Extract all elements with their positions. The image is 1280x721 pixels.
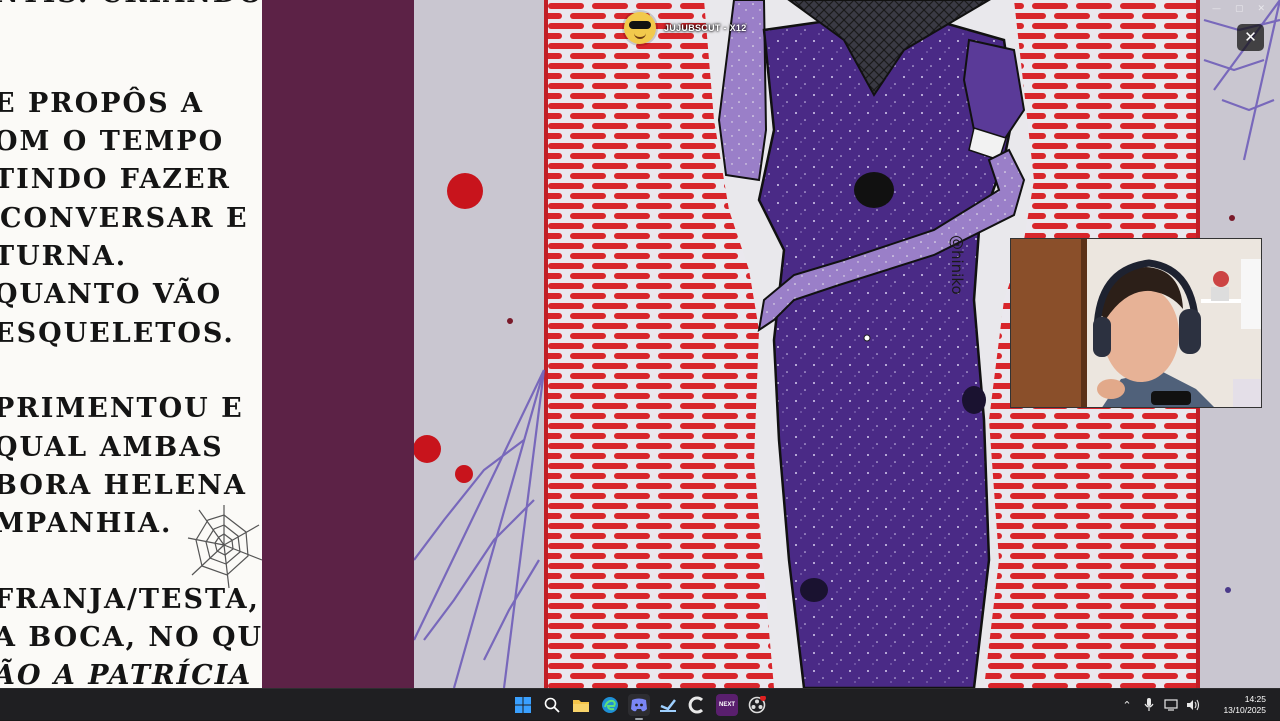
- steam-icon[interactable]: [657, 694, 679, 716]
- file-explorer-icon[interactable]: [570, 694, 592, 716]
- next-icon-label: NEXT: [718, 702, 735, 708]
- system-tray: ⌃ 14:25 13/10/2025: [1116, 689, 1280, 721]
- window-controls: — ▢ ✕: [1212, 4, 1265, 14]
- discord-icon[interactable]: [628, 694, 650, 720]
- minimize-icon[interactable]: —: [1212, 4, 1221, 14]
- network-icon[interactable]: [1162, 696, 1180, 714]
- microphone-icon[interactable]: [1140, 696, 1158, 714]
- desktop-stage: NTIS. CRIANDO E PROPÔS A OM O TEMPO TINDO F…: [0, 0, 1280, 688]
- document-line: TINDO FAZER: [0, 164, 231, 195]
- document-line: MPANHIA.: [0, 508, 173, 539]
- document-line: OM O TEMPO: [0, 126, 225, 157]
- search-icon[interactable]: [541, 694, 563, 716]
- document-line: TURNA.: [0, 241, 128, 272]
- streamer-emoji-icon: [624, 12, 656, 44]
- document-page: NTIS. CRIANDO E PROPÔS A OM O TEMPO TINDO F…: [0, 0, 262, 688]
- background-band: [262, 0, 414, 688]
- document-line: E PROPÔS A: [0, 88, 204, 119]
- ccleaner-icon[interactable]: [686, 694, 708, 716]
- webcam-overlay: [1010, 238, 1262, 408]
- volume-icon[interactable]: [1184, 696, 1202, 714]
- document-line: QUANTO VÃO: [0, 279, 223, 310]
- document-line: ESQUELETOS.: [0, 318, 235, 349]
- document-line: A BOCA, NO QUAL: [0, 622, 262, 653]
- start-icon[interactable]: [512, 694, 534, 716]
- chevron-up-icon[interactable]: ⌃: [1118, 696, 1136, 714]
- stream-title: JUJUBSCUT - X12: [664, 23, 747, 33]
- document-line: CONVERSAR E: [0, 203, 249, 234]
- clock-date: 13/10/2025: [1223, 705, 1266, 715]
- document-line: BORA HELENA: [0, 470, 247, 501]
- document-line: PRIMENTOU E: [0, 393, 244, 424]
- stream-title-overlay: JUJUBSCUT - X12: [624, 12, 747, 44]
- edge-icon[interactable]: [599, 694, 621, 716]
- close-stream-button[interactable]: ✕: [1237, 24, 1264, 51]
- window-close-icon[interactable]: ✕: [1258, 4, 1266, 14]
- clock[interactable]: 14:25 13/10/2025: [1210, 694, 1266, 716]
- document-line: NTIS. CRIANDO: [0, 0, 262, 9]
- taskbar: NEXT ⌃ 14:25 13/10/2025: [0, 688, 1280, 720]
- webcam-feed: [1011, 239, 1261, 407]
- next-icon[interactable]: NEXT: [716, 694, 738, 716]
- document-line: QUAL AMBAS: [0, 432, 224, 463]
- spider-web-doodle: [187, 505, 262, 589]
- artist-watermark: @hiniko: [948, 235, 966, 295]
- obs-icon[interactable]: [746, 694, 768, 716]
- clock-time: 14:25: [1244, 694, 1266, 704]
- maximize-icon[interactable]: ▢: [1235, 4, 1244, 14]
- document-line: ÃO A PATRÍCIA: [0, 660, 253, 688]
